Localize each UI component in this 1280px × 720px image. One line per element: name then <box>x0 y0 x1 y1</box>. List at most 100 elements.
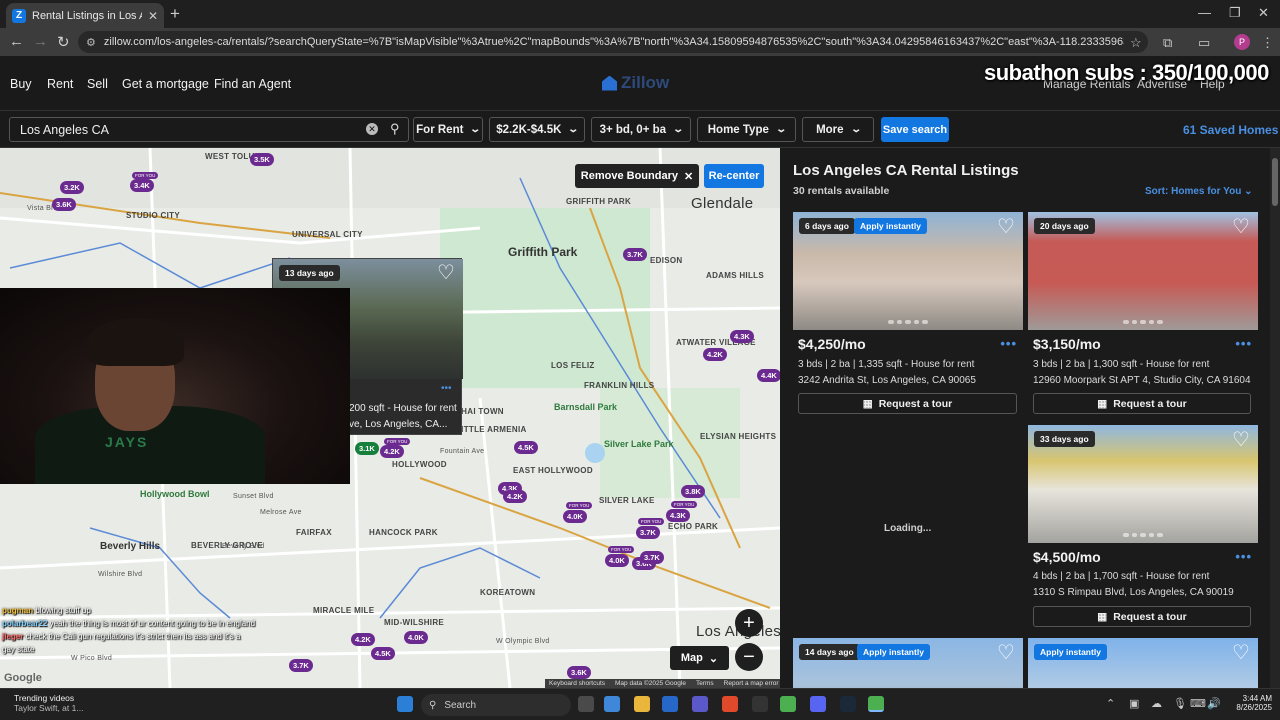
price-pin[interactable]: 4.3K <box>730 330 754 343</box>
keyboard-shortcuts-link[interactable]: Keyboard shortcuts <box>549 680 605 687</box>
price-pin[interactable]: 4.0K <box>605 554 629 567</box>
more-options-icon[interactable]: ••• <box>441 383 452 394</box>
bookmark-star-icon[interactable]: ☆ <box>1130 35 1142 51</box>
tray-chevron-icon[interactable]: ⌃ <box>1106 697 1115 710</box>
map-type-button[interactable]: Map ⌄ <box>670 646 729 670</box>
price-pin[interactable]: 3.2K <box>60 181 84 194</box>
forward-icon[interactable]: → <box>33 33 48 50</box>
filter-price[interactable]: $2.2K-$4.5K ⌄ <box>489 117 585 142</box>
price-pin[interactable]: 4.5K <box>514 441 538 454</box>
save-search-button[interactable]: Save search <box>881 117 949 142</box>
map-view[interactable]: WEST TOLUCA STUDIO CITY UNIVERSAL CITY G… <box>0 148 780 688</box>
request-tour-button[interactable]: ▦ Request a tour <box>798 393 1017 414</box>
close-window-icon[interactable]: ✕ <box>1258 5 1269 21</box>
more-options-icon[interactable]: ••• <box>1000 336 1017 351</box>
more-options-icon[interactable]: ••• <box>1235 549 1252 564</box>
sort-dropdown[interactable]: Sort: Homes for You ⌄ <box>1145 186 1252 197</box>
listing-card[interactable]: 33 days ago ♡ $4,500/mo ••• 4 bds | 2 ba… <box>1028 425 1258 630</box>
search-icon[interactable]: ⚲ <box>390 121 400 137</box>
favorite-heart-icon[interactable]: ♡ <box>436 263 456 283</box>
brave-icon[interactable] <box>722 696 738 712</box>
price-pin[interactable]: 3.6K <box>567 666 591 679</box>
new-tab-icon[interactable]: + <box>170 4 180 24</box>
price-pin[interactable]: 3.5K <box>250 153 274 166</box>
favorite-heart-icon[interactable]: ♡ <box>996 643 1016 663</box>
location-search-input[interactable]: Los Angeles CA ✕ ⚲ <box>9 117 409 142</box>
tray-app-icon[interactable]: ▣ <box>1129 697 1139 710</box>
remove-boundary-button[interactable]: Remove Boundary ✕ <box>575 164 699 188</box>
price-pin-viewed[interactable]: 3.1K <box>355 442 379 455</box>
teams-icon[interactable] <box>692 696 708 712</box>
more-options-icon[interactable]: ••• <box>1235 336 1252 351</box>
favorite-heart-icon[interactable]: ♡ <box>1231 643 1251 663</box>
minimize-icon[interactable]: — <box>1198 5 1211 20</box>
start-windows-icon[interactable] <box>397 696 413 712</box>
request-tour-button[interactable]: ▦ Request a tour <box>1033 393 1251 414</box>
filter-for-rent[interactable]: For Rent ⌄ <box>413 117 483 142</box>
steam-icon[interactable] <box>840 696 856 712</box>
recenter-button[interactable]: Re-center <box>704 164 764 188</box>
url-field[interactable]: ⚙ zillow.com/los-angeles-ca/rentals/?sea… <box>78 31 1148 53</box>
discord-icon[interactable] <box>810 696 826 712</box>
nav-find-agent[interactable]: Find an Agent <box>214 77 291 91</box>
price-pin[interactable]: 4.2K <box>380 445 404 458</box>
listing-card[interactable]: Apply instantly ♡ <box>1028 638 1258 688</box>
listing-card[interactable]: 20 days ago ♡ $3,150/mo ••• 3 bds | 2 ba… <box>1028 212 1258 417</box>
price-pin[interactable]: 3.7K <box>289 659 313 672</box>
nav-buy[interactable]: Buy <box>10 77 32 91</box>
chrome-icon[interactable] <box>780 696 796 712</box>
price-pin[interactable]: 4.0K <box>404 631 428 644</box>
close-tab-icon[interactable]: ✕ <box>148 9 158 23</box>
filter-more[interactable]: More ⌄ <box>802 117 874 142</box>
panel-scrollbar[interactable] <box>1270 148 1280 688</box>
terms-link[interactable]: Terms <box>696 680 714 687</box>
report-error-link[interactable]: Report a map error <box>724 680 779 687</box>
extensions-icon[interactable]: ⧉ <box>1163 35 1172 51</box>
sidepanel-icon[interactable]: ▭ <box>1198 35 1210 51</box>
browser-tab[interactable]: Z Rental Listings in Los Angeles C ✕ <box>6 3 164 28</box>
nav-mortgage[interactable]: Get a mortgage <box>122 77 209 91</box>
reload-icon[interactable]: ↻ <box>57 33 70 51</box>
scrollbar-thumb[interactable] <box>1272 158 1278 206</box>
saved-homes-link[interactable]: 61 Saved Homes <box>1183 123 1278 137</box>
price-pin[interactable]: 4.0K <box>563 510 587 523</box>
clear-search-icon[interactable]: ✕ <box>366 123 378 135</box>
widgets-button[interactable]: Trending videos Taylor Swift, at 1... <box>14 693 83 713</box>
clock[interactable]: 3:44 AM 8/26/2025 <box>1224 694 1272 712</box>
network-icon[interactable]: ⌨ <box>1190 697 1206 710</box>
price-pin[interactable]: 4.5K <box>371 647 395 660</box>
favorite-heart-icon[interactable]: ♡ <box>996 217 1016 237</box>
price-pin[interactable]: 3.8K <box>681 485 705 498</box>
taskbar-search[interactable]: ⚲ Search <box>421 694 571 716</box>
restore-icon[interactable]: ❐ <box>1229 5 1241 21</box>
favorite-heart-icon[interactable]: ♡ <box>1231 217 1251 237</box>
price-pin[interactable]: 4.2K <box>703 348 727 361</box>
listing-card[interactable]: 6 days ago Apply instantly ♡ $4,250/mo •… <box>793 212 1023 417</box>
onedrive-icon[interactable]: ☁ <box>1151 697 1162 710</box>
task-view-icon[interactable] <box>578 696 594 712</box>
zoom-out-icon[interactable]: − <box>735 643 763 671</box>
price-pin[interactable]: 3.7K <box>623 248 647 261</box>
listing-card[interactable]: 14 days ago Apply instantly ♡ <box>793 638 1023 688</box>
favorite-heart-icon[interactable]: ♡ <box>1231 430 1251 450</box>
price-pin[interactable]: 4.2K <box>351 633 375 646</box>
price-pin[interactable]: 4.3K <box>666 509 690 522</box>
request-tour-button[interactable]: ▦ Request a tour <box>1033 606 1251 627</box>
volume-icon[interactable]: 🔊 <box>1207 697 1221 710</box>
zillow-logo[interactable]: Zillow <box>602 73 669 93</box>
price-pin[interactable]: 3.6K <box>52 198 76 211</box>
store-icon[interactable] <box>662 696 678 712</box>
filter-home-type[interactable]: Home Type ⌄ <box>697 117 796 142</box>
microphone-icon[interactable]: 🎙 <box>1173 697 1187 710</box>
menu-kebab-icon[interactable]: ⋮ <box>1261 35 1274 51</box>
back-icon[interactable]: ← <box>9 33 24 50</box>
zoom-in-icon[interactable]: + <box>735 609 763 637</box>
nav-rent[interactable]: Rent <box>47 77 73 91</box>
price-pin[interactable]: 3.7K <box>640 551 664 564</box>
price-pin[interactable]: 3.4K <box>130 179 154 192</box>
price-pin[interactable]: 3.7K <box>636 526 660 539</box>
chrome-active-icon[interactable] <box>868 696 884 712</box>
price-pin[interactable]: 4.2K <box>503 490 527 503</box>
site-info-icon[interactable]: ⚙ <box>86 36 96 49</box>
filter-beds-baths[interactable]: 3+ bd, 0+ ba ⌄ <box>591 117 691 142</box>
